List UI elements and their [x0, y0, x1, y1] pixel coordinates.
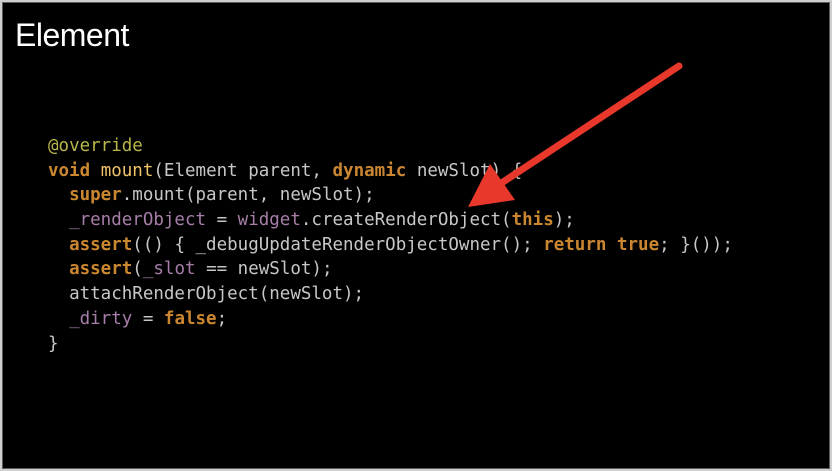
slide-title: Element	[15, 17, 129, 53]
code-token-plain: (Element parent,	[153, 160, 333, 181]
code-line: }	[48, 332, 733, 357]
code-token-keyword: super	[69, 185, 122, 206]
code-token-annotation: @override	[48, 136, 143, 156]
presentation-slide: Element @override void mount(Element pare…	[2, 2, 830, 469]
code-token-keyword: false	[163, 308, 217, 329]
code-token-field: _slot	[142, 259, 196, 280]
code-token-plain: .mount(parent, newSlot);	[121, 185, 375, 206]
code-token-plain: ; }());	[659, 234, 733, 255]
code-token-plain: .createRenderObject(	[300, 210, 512, 231]
code-token-keyword: void	[48, 160, 91, 181]
code-token-plain: =	[206, 210, 238, 231]
code-line: assert(() { _debugUpdateRenderObjectOwne…	[48, 233, 733, 258]
code-token-keyword: return	[543, 234, 607, 255]
code-token-keyword: dynamic	[332, 160, 407, 181]
code-token-keyword: assert	[69, 234, 133, 255]
code-line: _dirty = false;	[48, 307, 733, 332]
code-token-plain: (() { _debugUpdateRenderObjectOwner();	[132, 234, 544, 255]
code-token-plain: =	[132, 308, 164, 329]
code-token-plain: );	[553, 210, 575, 231]
code-token-field: _renderObject	[69, 210, 207, 231]
code-token-func: mount	[100, 160, 154, 181]
code-token-plain: attachRenderObject(newSlot);	[48, 284, 365, 305]
code-token-plain: == newSlot);	[195, 259, 333, 280]
code-line: super.mount(parent, newSlot);	[48, 183, 733, 208]
code-line: void mount(Element parent, dynamic newSl…	[48, 159, 733, 184]
code-line: assert(_slot == newSlot);	[48, 257, 733, 282]
code-token-plain: ;	[216, 308, 228, 329]
code-token-keyword: this	[511, 210, 554, 231]
code-line: @override	[48, 134, 733, 159]
code-block: @override void mount(Element parent, dyna…	[48, 134, 733, 356]
code-token-keyword: true	[616, 234, 660, 255]
code-token-field: widget	[237, 210, 301, 231]
code-token-field: _dirty	[69, 308, 133, 329]
code-token-plain: newSlot) {	[406, 160, 523, 181]
code-line: _renderObject = widget.createRenderObjec…	[48, 208, 733, 233]
code-line: attachRenderObject(newSlot);	[48, 282, 733, 307]
code-token-plain: }	[48, 333, 59, 354]
code-token-plain: (	[132, 259, 143, 280]
code-token-keyword: assert	[69, 259, 133, 280]
